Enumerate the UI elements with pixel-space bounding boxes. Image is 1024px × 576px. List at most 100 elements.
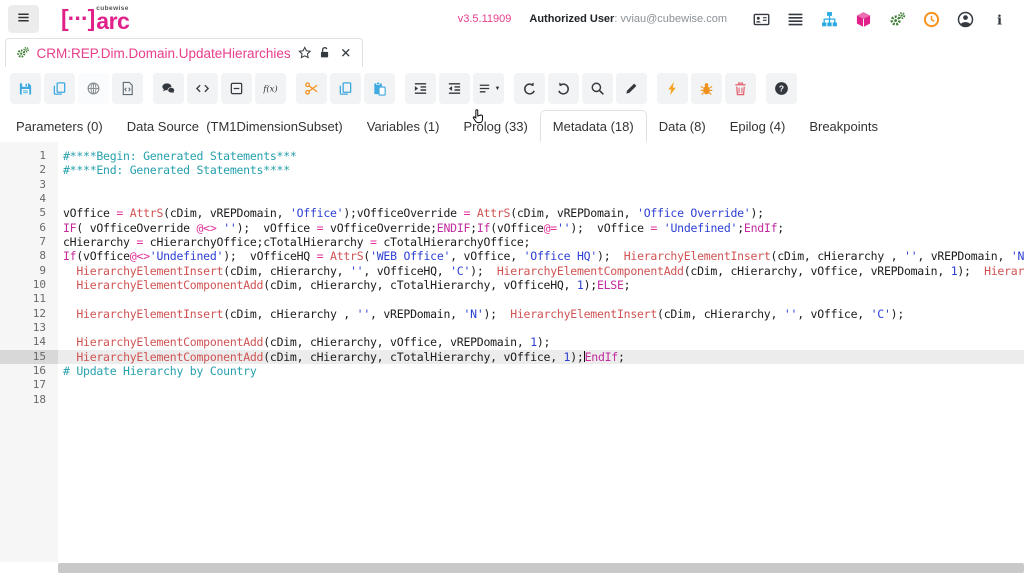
document-tab-title: CRM:REP.Dim.Domain.UpdateHierarchies bbox=[37, 46, 291, 61]
header-icon-bar: i bbox=[753, 11, 1008, 28]
line-number: 17 bbox=[0, 378, 58, 392]
id-card-icon[interactable] bbox=[753, 11, 770, 28]
sitemap-icon[interactable] bbox=[821, 11, 838, 28]
code-button[interactable] bbox=[187, 73, 218, 104]
file-code-button[interactable] bbox=[112, 73, 143, 104]
toolbar-group bbox=[514, 73, 647, 104]
line-number: 15 bbox=[0, 350, 58, 364]
line-number: 13 bbox=[0, 321, 58, 335]
align-icon bbox=[477, 81, 492, 96]
align-button[interactable]: ▼ bbox=[473, 73, 504, 104]
minus-square-icon bbox=[229, 81, 244, 96]
code-line: cHierarchy = cHierarchyOffice;cTotalHier… bbox=[58, 235, 1024, 249]
line-number: 10 bbox=[0, 278, 58, 292]
close-tab-icon[interactable] bbox=[339, 46, 353, 60]
globe-button[interactable] bbox=[78, 73, 109, 104]
document-tab[interactable]: CRM:REP.Dim.Domain.UpdateHierarchies bbox=[5, 38, 363, 68]
chat-button[interactable] bbox=[153, 73, 184, 104]
code-line bbox=[58, 393, 1024, 407]
chat-icon bbox=[161, 81, 176, 96]
code-line bbox=[58, 292, 1024, 306]
process-gears-icon bbox=[16, 46, 30, 60]
code-line: vOffice = AttrS(cDim, vREPDomain, 'Offic… bbox=[58, 206, 1024, 220]
logo-arc-text: arc bbox=[96, 12, 129, 32]
save-button[interactable] bbox=[10, 73, 41, 104]
tab-data[interactable]: Data (8) bbox=[647, 110, 718, 142]
cube-icon[interactable] bbox=[855, 11, 872, 28]
toolbar-group bbox=[296, 73, 395, 104]
list-icon[interactable] bbox=[787, 11, 804, 28]
tab-epilog[interactable]: Epilog (4) bbox=[718, 110, 798, 142]
tab-data-source[interactable]: Data Source (TM1DimensionSubset) bbox=[115, 110, 355, 142]
favorite-star-icon[interactable] bbox=[298, 46, 312, 60]
copy-button[interactable] bbox=[44, 73, 75, 104]
top-header: [···] cubewise arc v3.5.11909 Authorized… bbox=[0, 0, 1024, 38]
code-editor[interactable]: 123456789101112131415161718 #****Begin: … bbox=[0, 142, 1024, 562]
toolbar-group: ▼ bbox=[405, 73, 504, 104]
fx-icon: f(x) bbox=[263, 81, 278, 96]
bolt-button[interactable] bbox=[657, 73, 688, 104]
line-number: 8 bbox=[0, 249, 58, 263]
code-area[interactable]: #****Begin: Generated Statements***#****… bbox=[58, 142, 1024, 562]
copy-pages-button[interactable] bbox=[330, 73, 361, 104]
tab-variables[interactable]: Variables (1) bbox=[355, 110, 452, 142]
outdent-button[interactable] bbox=[439, 73, 470, 104]
code-line: HierarchyElementComponentAdd(cDim, cHier… bbox=[58, 278, 1024, 292]
gears-icon[interactable] bbox=[889, 11, 906, 28]
code-line: If(vOffice@<>'Undefined'); vOfficeHQ = A… bbox=[58, 249, 1024, 263]
search-button[interactable] bbox=[582, 73, 613, 104]
authorized-user-label: Authorized User bbox=[529, 13, 614, 25]
code-icon bbox=[195, 81, 210, 96]
toolbar-group bbox=[10, 73, 143, 104]
globe-icon bbox=[86, 81, 101, 96]
tab-parameters[interactable]: Parameters (0) bbox=[4, 110, 115, 142]
bug-button[interactable] bbox=[691, 73, 722, 104]
search-icon bbox=[590, 81, 605, 96]
svg-text:?: ? bbox=[779, 84, 784, 94]
process-section-tabs: Parameters (0)Data Source (TM1DimensionS… bbox=[0, 110, 1024, 142]
line-number: 12 bbox=[0, 307, 58, 321]
minus-square-button[interactable] bbox=[221, 73, 252, 104]
trash-button[interactable] bbox=[725, 73, 756, 104]
line-number: 9 bbox=[0, 264, 58, 278]
undo-button[interactable] bbox=[514, 73, 545, 104]
toolbar-group: f(x) bbox=[153, 73, 286, 104]
line-number: 4 bbox=[0, 192, 58, 206]
editor-toolbar: f(x) ▼? bbox=[0, 67, 1024, 110]
scissors-button[interactable] bbox=[296, 73, 327, 104]
code-line: #****End: Generated Statements**** bbox=[58, 163, 1024, 177]
version-label: v3.5.11909 bbox=[458, 13, 512, 25]
paste-button[interactable] bbox=[364, 73, 395, 104]
indent-button[interactable] bbox=[405, 73, 436, 104]
unlock-icon[interactable] bbox=[318, 46, 332, 60]
arc-logo[interactable]: [···] cubewise arc bbox=[61, 6, 129, 32]
bug-icon bbox=[699, 81, 714, 96]
copy-icon bbox=[52, 81, 67, 96]
tab-breakpoints[interactable]: Breakpoints bbox=[797, 110, 890, 142]
user-icon[interactable] bbox=[957, 11, 974, 28]
bolt-icon bbox=[665, 81, 680, 96]
line-number: 3 bbox=[0, 178, 58, 192]
redo-button[interactable] bbox=[548, 73, 579, 104]
hamburger-menu-button[interactable] bbox=[8, 5, 39, 33]
horizontal-scrollbar[interactable] bbox=[58, 562, 1024, 573]
help-button[interactable]: ? bbox=[766, 73, 797, 104]
authorized-user: Authorized User: vviau@cubewise.com bbox=[529, 13, 727, 25]
authorized-user-value: : vviau@cubewise.com bbox=[614, 13, 727, 25]
outdent-icon bbox=[447, 81, 462, 96]
code-line: HierarchyElementInsert(cDim, cHierarchy,… bbox=[58, 264, 1024, 278]
code-line bbox=[58, 178, 1024, 192]
tab-prolog[interactable]: Prolog (33) bbox=[451, 110, 539, 142]
info-icon[interactable]: i bbox=[991, 11, 1008, 28]
svg-text:f(x): f(x) bbox=[263, 83, 278, 93]
logo-bracket: [···] bbox=[61, 7, 94, 30]
pencil-button[interactable] bbox=[616, 73, 647, 104]
scrollbar-thumb[interactable] bbox=[58, 563, 1024, 573]
help-icon: ? bbox=[774, 81, 789, 96]
save-icon bbox=[18, 81, 33, 96]
clock-icon[interactable] bbox=[923, 11, 940, 28]
code-line bbox=[58, 192, 1024, 206]
fx-button[interactable]: f(x) bbox=[255, 73, 286, 104]
tab-metadata[interactable]: Metadata (18) bbox=[540, 110, 647, 142]
code-line: HierarchyElementComponentAdd(cDim, cHier… bbox=[58, 350, 1024, 364]
